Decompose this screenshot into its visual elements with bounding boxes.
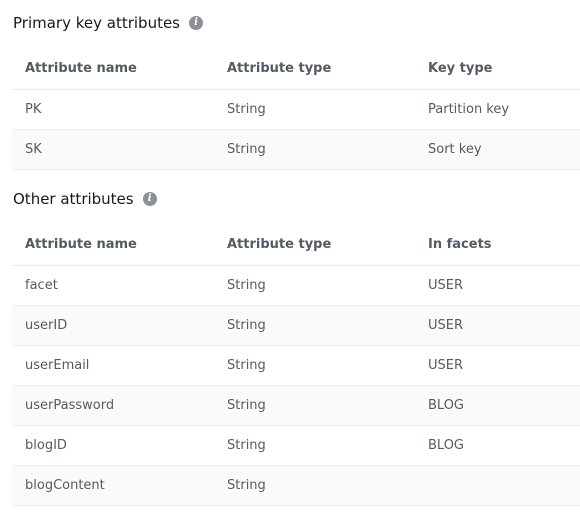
table-row: PK String Partition key <box>12 89 580 130</box>
facet-cell: USER <box>415 345 580 386</box>
attribute-type-cell: String <box>214 265 415 306</box>
attribute-name-cell: userID <box>12 305 214 346</box>
table-row: facet String USER <box>12 265 580 306</box>
primary-key-section-title: Primary key attributes <box>13 14 180 32</box>
attribute-type-cell: String <box>214 89 415 130</box>
facet-cell: USER <box>415 265 580 306</box>
attribute-name-cell: userPassword <box>12 385 214 426</box>
table-row: userPassword String BLOG <box>12 385 580 426</box>
column-header-attribute-type[interactable]: Attribute type <box>214 49 415 90</box>
column-header-attribute-name[interactable]: Attribute name <box>12 49 214 90</box>
attribute-name-cell: userEmail <box>12 345 214 386</box>
facet-cell: BLOG <box>415 425 580 466</box>
attribute-name-cell: facet <box>12 265 214 306</box>
attribute-type-cell: String <box>214 345 415 386</box>
column-header-in-facets[interactable]: In facets <box>415 225 580 266</box>
attribute-type-cell: String <box>214 425 415 466</box>
attribute-type-cell: String <box>214 129 415 170</box>
attribute-name-cell: blogID <box>12 425 214 466</box>
attribute-type-cell: String <box>214 385 415 426</box>
table-header-row: Attribute name Attribute type Key type <box>12 49 580 90</box>
facet-cell <box>415 465 580 506</box>
column-header-attribute-type[interactable]: Attribute type <box>214 225 415 266</box>
attribute-type-cell: String <box>214 305 415 346</box>
primary-key-table: Attribute name Attribute type Key type P… <box>12 49 580 170</box>
column-header-attribute-name[interactable]: Attribute name <box>12 225 214 266</box>
table-row: userEmail String USER <box>12 345 580 386</box>
key-type-cell: Partition key <box>415 89 580 130</box>
primary-key-section-header: Primary key attributes i <box>13 12 203 34</box>
table-row: userID String USER <box>12 305 580 346</box>
attribute-name-cell: SK <box>12 129 214 170</box>
table-row: blogID String BLOG <box>12 425 580 466</box>
facet-cell: BLOG <box>415 385 580 426</box>
table-row: blogContent String <box>12 465 580 506</box>
column-header-key-type[interactable]: Key type <box>415 49 580 90</box>
info-icon[interactable]: i <box>142 192 157 206</box>
facet-cell: USER <box>415 305 580 346</box>
table-row: SK String Sort key <box>12 129 580 170</box>
other-attributes-section-header: Other attributes i <box>13 188 157 210</box>
attribute-name-cell: PK <box>12 89 214 130</box>
table-header-row: Attribute name Attribute type In facets <box>12 225 580 266</box>
attribute-type-cell: String <box>214 465 415 506</box>
other-attributes-section-title: Other attributes <box>13 190 134 208</box>
attribute-name-cell: blogContent <box>12 465 214 506</box>
info-icon[interactable]: i <box>189 16 203 30</box>
other-attributes-table: Attribute name Attribute type In facets … <box>12 225 580 506</box>
key-type-cell: Sort key <box>415 129 580 170</box>
